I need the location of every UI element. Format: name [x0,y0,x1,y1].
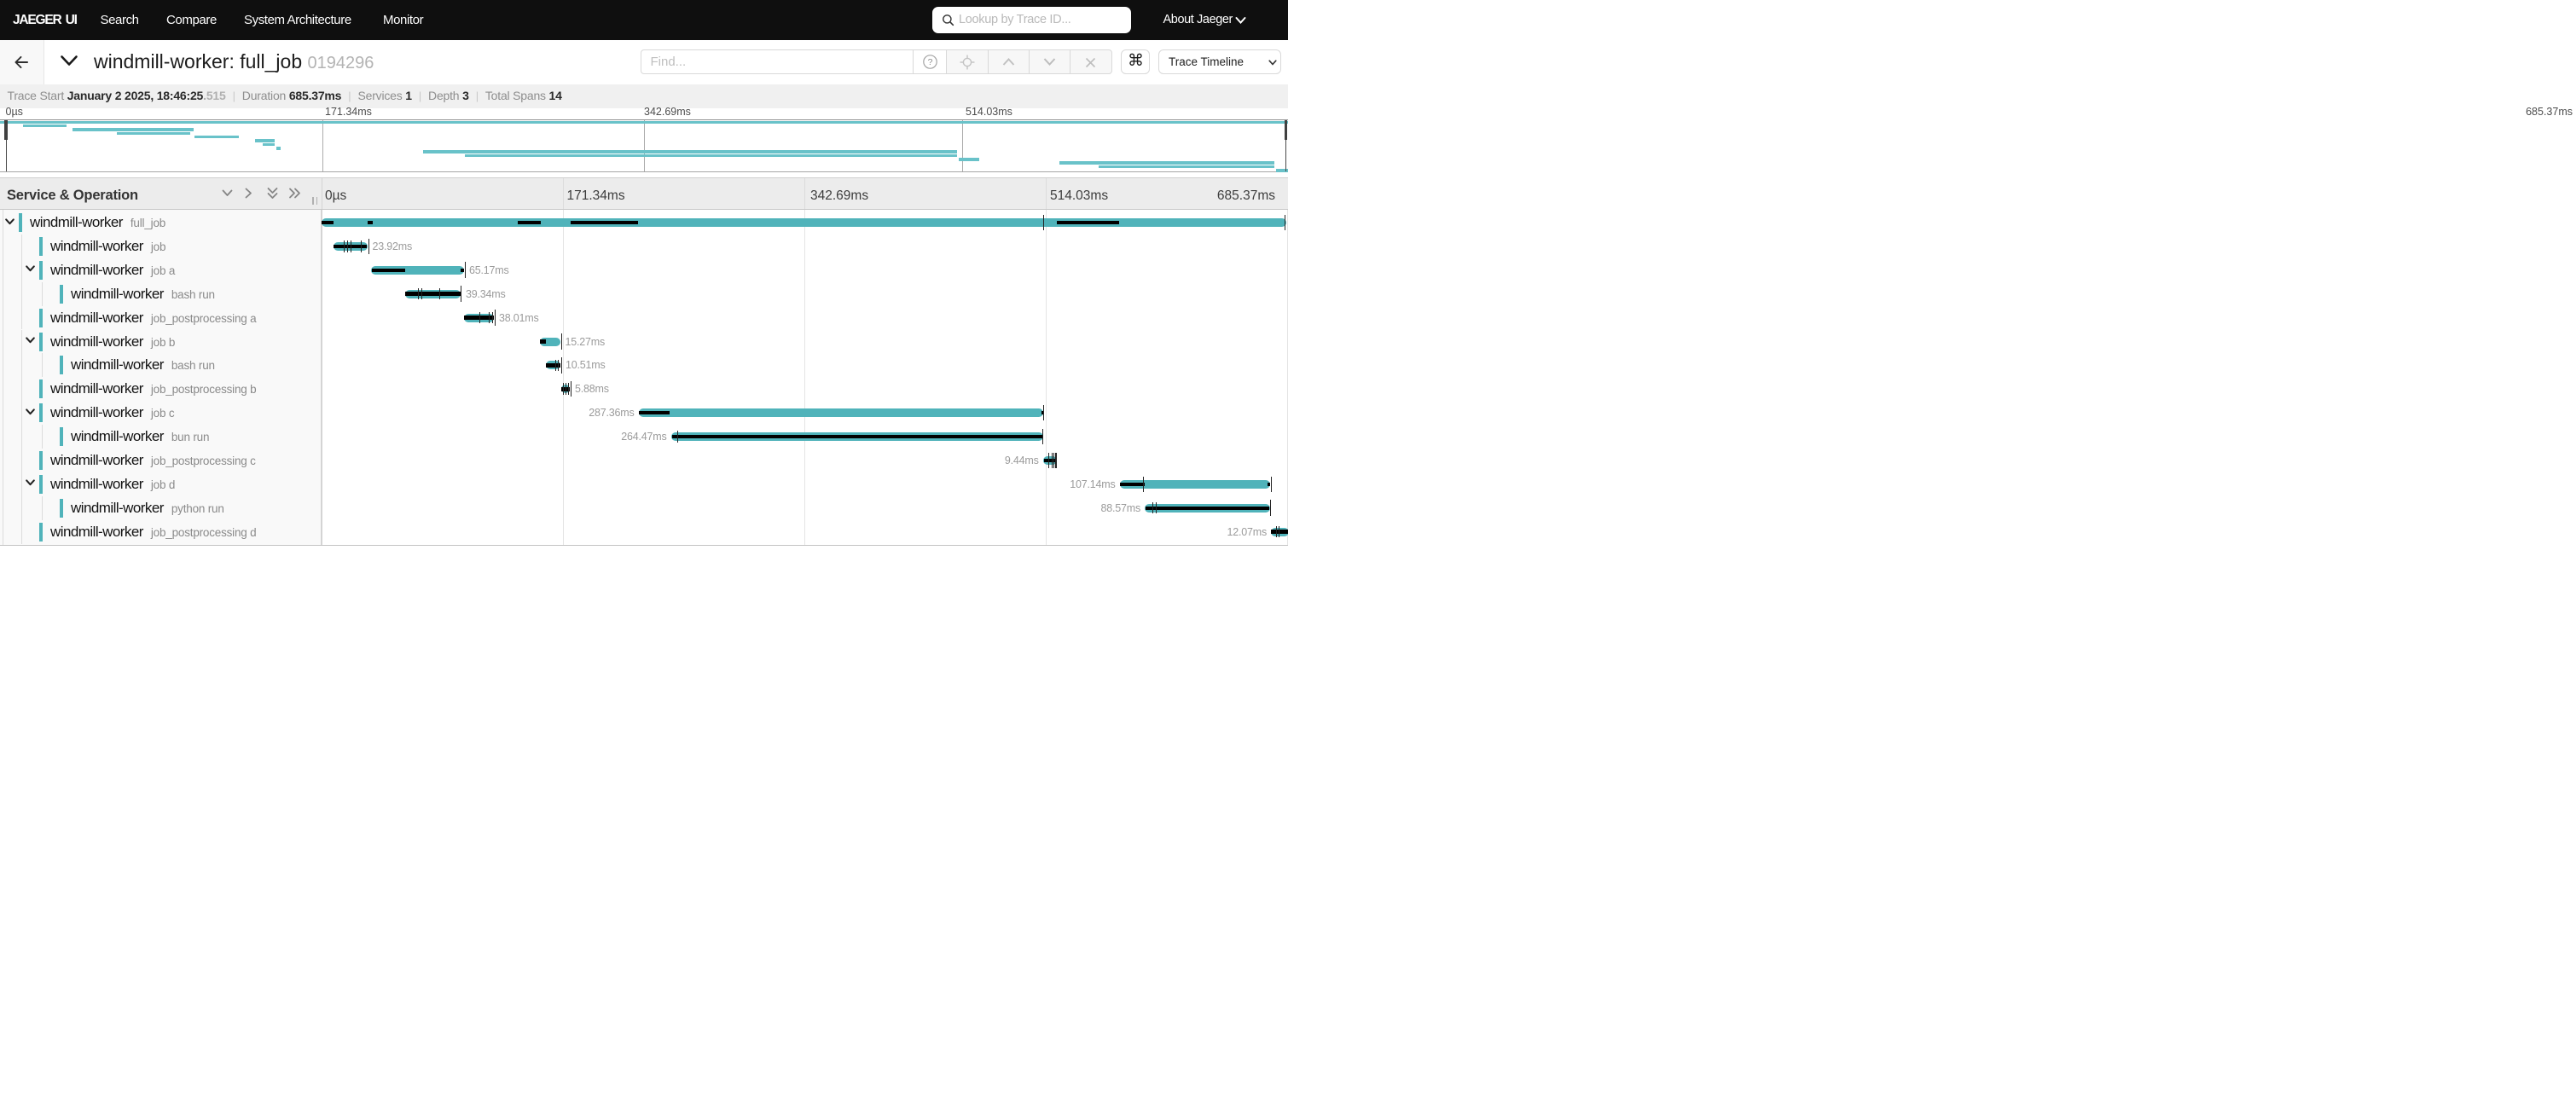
svg-text:?: ? [927,57,932,67]
